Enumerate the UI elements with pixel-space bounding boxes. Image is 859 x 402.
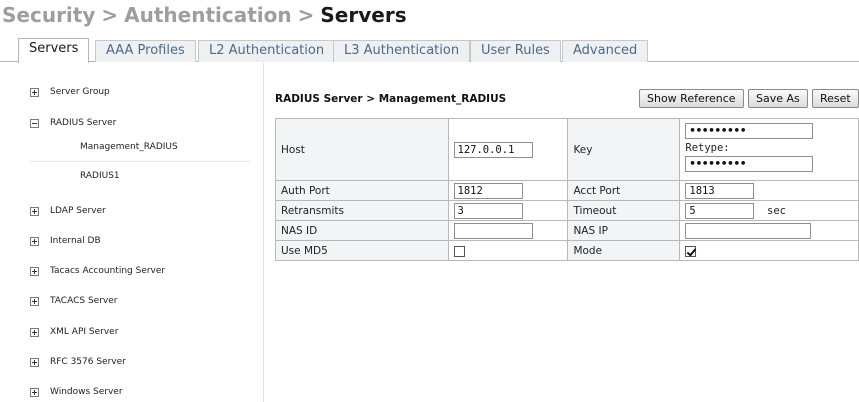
tree-item-tacacs-server[interactable]: TACACS Server	[30, 296, 117, 307]
expand-icon[interactable]	[30, 357, 39, 367]
key-cell: ••••••••• Retype: •••••••••	[679, 118, 859, 181]
tree-item-ldap-server[interactable]: LDAP Server	[30, 206, 106, 217]
tab-user-rules[interactable]: User Rules	[470, 40, 561, 62]
tree-item-label: LDAP Server	[50, 206, 106, 216]
tree-item-label: Tacacs Accounting Server	[50, 266, 166, 276]
retype-key-input[interactable]: •••••••••	[685, 156, 814, 172]
reset-button[interactable]: Reset	[812, 89, 859, 108]
form-row: Host 127.0.0.1 Key ••••••••• Retype: •••…	[275, 118, 859, 181]
mode-cell	[679, 240, 859, 261]
breadcrumb-security[interactable]: Security	[2, 3, 95, 27]
timeout-unit: sec	[767, 204, 786, 217]
mode-checkbox[interactable]	[685, 245, 697, 257]
expand-icon[interactable]	[30, 327, 39, 337]
use-md5-label: Use MD5	[275, 240, 449, 261]
use-md5-cell	[447, 240, 569, 261]
use-md5-checkbox[interactable]	[453, 245, 465, 257]
tab-advanced[interactable]: Advanced	[562, 40, 649, 62]
retransmits-input[interactable]: 3	[453, 202, 523, 219]
tree-item-xml-api-server[interactable]: XML API Server	[30, 327, 118, 338]
retransmits-cell: 3	[447, 200, 569, 221]
collapse-icon[interactable]	[30, 118, 39, 128]
breadcrumb-separator: >	[101, 3, 119, 27]
host-cell: 127.0.0.1	[447, 118, 569, 181]
tab-l2-authentication[interactable]: L2 Authentication	[198, 40, 336, 62]
tab-l3-authentication[interactable]: L3 Authentication	[333, 40, 471, 62]
form-row: Auth Port 1812 Acct Port 1813	[275, 180, 859, 201]
timeout-input[interactable]: 5	[685, 202, 755, 219]
tab-bar: Servers AAA Profiles L2 Authentication L…	[0, 38, 859, 63]
key-label: Key	[567, 118, 681, 181]
panel-title: RADIUS Server > Management_RADIUS	[275, 93, 507, 105]
acct-port-label: Acct Port	[567, 180, 681, 201]
expand-icon[interactable]	[30, 87, 39, 97]
host-label: Host	[275, 118, 449, 181]
tree-item-windows-server[interactable]: Windows Server	[30, 387, 123, 398]
page-title: Servers	[320, 3, 407, 27]
nas-ip-label: NAS IP	[567, 220, 681, 241]
tree-item-server-group[interactable]: Server Group	[30, 87, 110, 98]
show-reference-button[interactable]: Show Reference	[639, 89, 744, 108]
expand-icon[interactable]	[30, 266, 39, 276]
tree-item-radius-server[interactable]: RADIUS Server	[30, 118, 116, 129]
host-input[interactable]: 127.0.0.1	[453, 141, 533, 158]
tab-aaa-profiles[interactable]: AAA Profiles	[95, 40, 196, 62]
timeout-label: Timeout	[567, 200, 681, 221]
tree-item-label: RADIUS Server	[50, 118, 117, 128]
tree-item-label: Windows Server	[50, 387, 123, 397]
tree-item-rfc-3576-server[interactable]: RFC 3576 Server	[30, 357, 126, 368]
nas-id-cell	[447, 220, 569, 241]
expand-icon[interactable]	[30, 387, 39, 397]
key-input[interactable]: •••••••••	[685, 123, 814, 139]
nas-id-input[interactable]	[453, 222, 533, 239]
tree-item-label: Server Group	[50, 87, 110, 97]
timeout-cell: 5 sec	[679, 200, 859, 221]
expand-icon[interactable]	[30, 296, 39, 306]
panel-header: RADIUS Server > Management_RADIUS Show R…	[269, 83, 859, 113]
acct-port-input[interactable]: 1813	[685, 182, 755, 199]
nas-ip-input[interactable]	[685, 222, 812, 239]
tree-item-tacacs-accounting-server[interactable]: Tacacs Accounting Server	[30, 266, 165, 277]
breadcrumb-authentication[interactable]: Authentication	[124, 3, 291, 27]
auth-port-input[interactable]: 1812	[453, 182, 523, 199]
breadcrumb-separator: >	[297, 3, 315, 27]
nas-ip-cell	[679, 220, 859, 241]
form-row: NAS ID NAS IP	[275, 220, 859, 241]
form-row: Retransmits 3 Timeout 5 sec	[275, 200, 859, 221]
tree-item-label: RFC 3576 Server	[50, 357, 126, 367]
form-row: Use MD5 Mode	[275, 240, 859, 261]
tab-servers[interactable]: Servers	[18, 38, 90, 63]
breadcrumb: Security > Authentication > Servers	[2, 3, 407, 33]
sidebar: Server Group RADIUS Server Management_RA…	[0, 63, 264, 402]
tree-child-management-radius[interactable]: Management_RADIUS	[80, 142, 178, 152]
expand-icon[interactable]	[30, 236, 39, 246]
auth-port-label: Auth Port	[275, 180, 449, 201]
nas-id-label: NAS ID	[275, 220, 449, 241]
tree-item-label: XML API Server	[50, 327, 119, 337]
mode-label: Mode	[567, 240, 681, 261]
tree-item-internal-db[interactable]: Internal DB	[30, 236, 101, 247]
tree-child-radius1[interactable]: RADIUS1	[80, 171, 120, 181]
retype-label: Retype:	[685, 142, 730, 154]
auth-port-cell: 1812	[447, 180, 569, 201]
save-as-button[interactable]: Save As	[748, 89, 808, 108]
tree-item-label: TACACS Server	[50, 296, 118, 306]
radius-server-form: Host 127.0.0.1 Key ••••••••• Retype: •••…	[275, 118, 859, 261]
tree-divider	[30, 161, 250, 162]
expand-icon[interactable]	[30, 206, 39, 216]
acct-port-cell: 1813	[679, 180, 859, 201]
retransmits-label: Retransmits	[275, 200, 449, 221]
tree-item-label: Internal DB	[50, 236, 101, 246]
